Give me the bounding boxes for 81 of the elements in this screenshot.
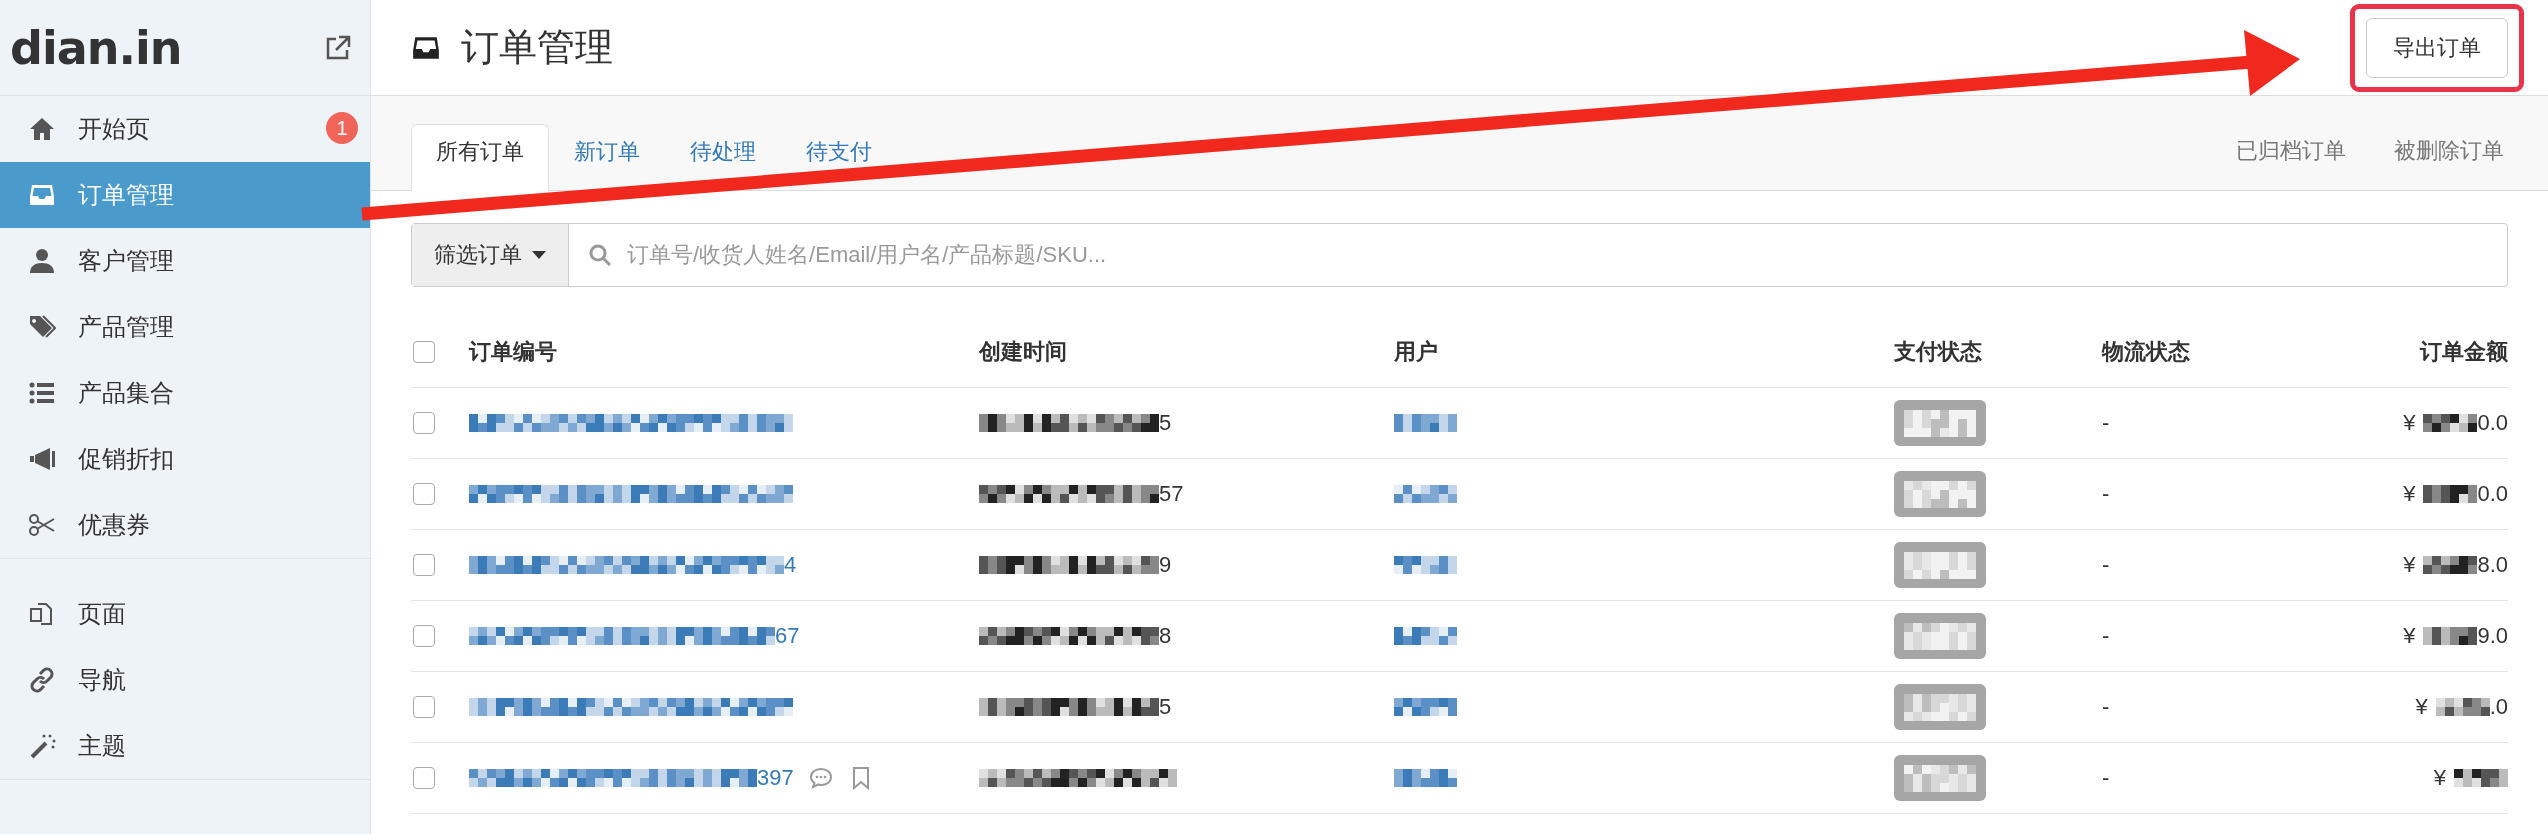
tab[interactable]: 已归档订单 bbox=[2212, 124, 2370, 190]
logistics-status: - bbox=[2102, 481, 2110, 507]
page-title: 订单管理 bbox=[461, 25, 613, 70]
nav-item[interactable]: 开始页 1 bbox=[0, 96, 370, 162]
megaphone-icon bbox=[28, 445, 56, 473]
nav-item[interactable]: 导航 bbox=[0, 647, 370, 713]
nav-item[interactable]: 促销折扣 bbox=[0, 426, 370, 492]
column-header: 用户 bbox=[1394, 338, 1438, 366]
logistics-status: - bbox=[2102, 552, 2110, 578]
count-badge: 1 bbox=[326, 112, 358, 144]
created-time: 8 bbox=[1159, 623, 1172, 649]
nav-item[interactable]: 主题 bbox=[0, 713, 370, 779]
column-header: 创建时间 bbox=[979, 338, 1067, 366]
column-header: 订单金额 bbox=[2420, 338, 2508, 366]
tab[interactable]: 新订单 bbox=[549, 124, 665, 191]
created-time: 5 bbox=[1159, 694, 1172, 720]
nav-item[interactable]: 优惠券 bbox=[0, 492, 370, 558]
pixelated-text-drawing bbox=[1394, 485, 1457, 503]
order-amount: 0.0 bbox=[2477, 410, 2508, 436]
checkbox[interactable] bbox=[413, 341, 435, 363]
currency-sign: ¥ bbox=[2403, 552, 2416, 578]
nav-item[interactable]: 客户管理 bbox=[0, 228, 370, 294]
checkbox[interactable] bbox=[413, 625, 435, 647]
order-number[interactable]: 397 bbox=[757, 765, 794, 791]
link-icon bbox=[28, 666, 56, 694]
order-amount: 0.0 bbox=[2477, 481, 2508, 507]
pixelated-text-drawing bbox=[2435, 698, 2490, 716]
currency-sign: ¥ bbox=[2403, 410, 2416, 436]
pixelated-text-drawing bbox=[1394, 627, 1457, 645]
filter-dropdown[interactable]: 筛选订单 bbox=[412, 224, 569, 286]
pixelated-text-drawing bbox=[2454, 769, 2508, 787]
tab[interactable]: 待支付 bbox=[781, 124, 897, 191]
currency-sign: ¥ bbox=[2403, 481, 2416, 507]
nav-item[interactable]: 页面 bbox=[0, 581, 370, 647]
column-header: 支付状态 bbox=[1894, 338, 1982, 366]
pixelated-text-drawing bbox=[2423, 414, 2478, 432]
logo[interactable]: dian.in bbox=[10, 20, 182, 75]
external-link-icon[interactable] bbox=[324, 33, 352, 62]
pixelated-text-drawing bbox=[1394, 769, 1457, 787]
order-number[interactable]: 4 bbox=[784, 552, 797, 578]
order-amount: 9.0 bbox=[2477, 623, 2508, 649]
pixelated-text-drawing bbox=[1394, 698, 1457, 716]
export-button[interactable]: 导出订单 bbox=[2366, 17, 2508, 78]
order-amount: .0 bbox=[2489, 694, 2508, 720]
logistics-status: - bbox=[2102, 694, 2110, 720]
currency-sign: ¥ bbox=[2433, 765, 2446, 791]
pixelated-text-drawing bbox=[1394, 414, 1457, 432]
pixelated-text-drawing bbox=[1394, 556, 1457, 574]
checkbox[interactable] bbox=[413, 554, 435, 576]
order-amount: 8.0 bbox=[2477, 552, 2508, 578]
order-number[interactable]: 67 bbox=[775, 623, 800, 649]
currency-sign: ¥ bbox=[2415, 694, 2428, 720]
created-time: 57 bbox=[1159, 481, 1184, 507]
pixelated-text-drawing bbox=[2423, 556, 2478, 574]
search-bar[interactable]: 筛选订单 订单号/收货人姓名/Email/用户名/产品标题/SKU... bbox=[411, 223, 2508, 287]
created-time: 9 bbox=[1159, 552, 1172, 578]
checkbox[interactable] bbox=[413, 412, 435, 434]
caret-icon bbox=[532, 251, 546, 259]
column-header: 物流状态 bbox=[2102, 338, 2190, 366]
nav-item[interactable]: 产品管理 bbox=[0, 294, 370, 360]
pixelated-text-drawing bbox=[2423, 485, 2478, 503]
logistics-status: - bbox=[2102, 410, 2110, 436]
scissors-icon bbox=[28, 511, 56, 539]
checkbox[interactable] bbox=[413, 767, 435, 789]
user-icon bbox=[28, 247, 56, 275]
home-icon bbox=[28, 115, 56, 143]
magic-wand-icon bbox=[28, 732, 56, 760]
created-time: 5 bbox=[1159, 410, 1172, 436]
nav-item[interactable]: 产品集合 bbox=[0, 360, 370, 426]
column-header: 订单编号 bbox=[469, 338, 557, 366]
logistics-status: - bbox=[2102, 623, 2110, 649]
checkbox[interactable] bbox=[413, 483, 435, 505]
search-icon bbox=[589, 244, 611, 266]
tab[interactable]: 被删除订单 bbox=[2370, 124, 2528, 190]
tab[interactable]: 待处理 bbox=[665, 124, 781, 191]
search-field[interactable]: 订单号/收货人姓名/Email/用户名/产品标题/SKU... bbox=[625, 241, 2507, 269]
currency-sign: ¥ bbox=[2403, 623, 2416, 649]
checkbox[interactable] bbox=[413, 696, 435, 718]
pixelated-text-drawing bbox=[2423, 627, 2478, 645]
logistics-status: - bbox=[2102, 765, 2110, 791]
tab[interactable]: 所有订单 bbox=[411, 124, 549, 191]
